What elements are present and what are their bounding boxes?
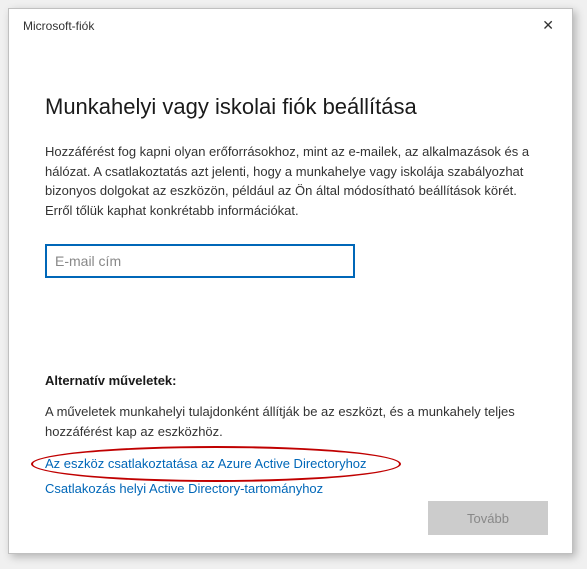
page-title: Munkahelyi vagy iskolai fiók beállítása [45,94,536,120]
join-azure-ad-link[interactable]: Az eszköz csatlakoztatása az Azure Activ… [45,456,367,471]
join-local-ad-link[interactable]: Csatlakozás helyi Active Directory-tarto… [45,481,536,496]
content-area: Munkahelyi vagy iskolai fiók beállítása … [9,40,572,516]
dialog-window: Microsoft-fiók ✕ Munkahelyi vagy iskolai… [8,8,573,554]
alt-description: A műveletek munkahelyi tulajdonként állí… [45,402,536,441]
email-field[interactable] [45,244,355,278]
alt-heading: Alternatív műveletek: [45,373,536,388]
azure-link-wrapper: Az eszköz csatlakoztatása az Azure Activ… [45,456,367,471]
next-button[interactable]: Tovább [428,501,548,535]
close-icon[interactable]: ✕ [538,17,558,34]
alternative-actions-section: Alternatív műveletek: A műveletek munkah… [45,373,536,496]
titlebar: Microsoft-fiók ✕ [9,9,572,40]
footer: Tovább [428,501,548,535]
window-title: Microsoft-fiók [23,19,94,33]
page-description: Hozzáférést fog kapni olyan erőforrásokh… [45,142,536,220]
